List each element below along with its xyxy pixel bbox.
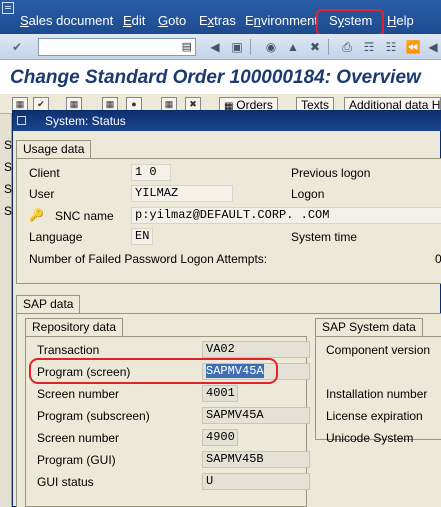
enter-check-icon[interactable]: ✔	[8, 38, 26, 56]
command-input[interactable]	[39, 40, 177, 56]
sap-system-data-tab: SAP System data	[315, 318, 423, 336]
system-menu-highlight	[316, 9, 384, 36]
dialog-title: System: Status	[45, 114, 126, 128]
gui-status-label: GUI status	[37, 475, 94, 489]
repository-data-tab: Repository data	[25, 318, 124, 336]
usage-data-tab: Usage data	[16, 140, 92, 158]
cancel-icon[interactable]: ✖	[306, 38, 324, 56]
language-label: Language	[29, 230, 83, 244]
component-version-label: Component version	[326, 343, 431, 357]
toolbar-separator	[328, 39, 329, 55]
program-subscreen-label: Program (subscreen)	[37, 409, 150, 423]
menu-edit[interactable]: Edit	[123, 13, 145, 28]
screen-number-label: Screen number	[37, 387, 120, 401]
menu-help[interactable]: Help	[387, 13, 414, 28]
logon-label: Logon	[291, 187, 325, 201]
sap-data-tab: SAP data	[16, 295, 81, 313]
underlying-screen-strip: S S S S	[0, 114, 12, 507]
sap-data-group: Repository data Transaction VA02 Program…	[16, 313, 441, 507]
history-back-icon[interactable]: ◀	[206, 38, 224, 56]
menu-extras[interactable]: Extras	[199, 13, 236, 28]
clipboard-icon[interactable]: ▤	[182, 40, 192, 53]
gui-status-value: U	[202, 473, 310, 490]
screen-number-2-label: Screen number	[37, 431, 120, 445]
unicode-system-label: Unicode System	[326, 431, 414, 445]
system-time-label: System time	[291, 230, 358, 244]
program-gui-label: Program (GUI)	[37, 453, 116, 467]
dialog-title-bar[interactable]: System: Status	[13, 111, 441, 131]
command-field[interactable]: ▤	[38, 38, 196, 56]
first-page-icon[interactable]: ⏪	[404, 38, 422, 56]
user-value: YILMAZ	[131, 185, 233, 202]
user-label: User	[29, 187, 55, 201]
toolbar-separator	[250, 39, 251, 55]
previous-page-icon[interactable]: ◀	[424, 38, 441, 56]
screen-number-2-value: 4900	[202, 429, 238, 446]
installation-number-label: Installation number	[326, 387, 428, 401]
page-title: Change Standard Order 100000184: Overvie…	[10, 67, 421, 88]
exit-icon[interactable]: ▲	[284, 38, 302, 56]
transaction-label: Transaction	[37, 343, 100, 357]
menu-goto[interactable]: Goto	[158, 13, 186, 28]
program-gui-value: SAPMV45B	[202, 451, 310, 468]
sap-system-data-group: Component version Installation number Li…	[315, 336, 441, 445]
snc-name-label: SNC name	[55, 209, 114, 223]
menu-sales-document[interactable]: Sales document	[20, 13, 113, 28]
window-menu-icon[interactable]	[2, 2, 14, 14]
find-icon[interactable]: ☶	[360, 38, 378, 56]
program-screen-highlight	[29, 358, 278, 384]
client-value: 1 0	[131, 164, 171, 181]
print-icon[interactable]: ⎙	[338, 38, 356, 56]
program-subscreen-value: SAPMV45A	[202, 407, 310, 424]
failed-logon-value: 0	[435, 252, 441, 266]
failed-logon-label: Number of Failed Password Logon Attempts…	[29, 252, 268, 266]
snc-key-icon: 🔑	[29, 208, 44, 222]
language-value: EN	[131, 228, 153, 245]
screen-number-value: 4001	[202, 385, 238, 402]
menu-bar: Sales document Edit Goto Extras Environm…	[0, 0, 441, 36]
find-next-icon[interactable]: ☷	[382, 38, 400, 56]
client-label: Client	[29, 166, 60, 180]
snc-name-value: p:yilmaz@DEFAULT.CORP. .COM	[131, 207, 441, 224]
menu-environment[interactable]: Environment	[245, 13, 318, 28]
dialog-window-icon[interactable]	[17, 116, 26, 125]
license-expiration-label: License expiration	[326, 409, 423, 423]
previous-logon-label: Previous logon	[291, 166, 371, 180]
screen-title-bar: Change Standard Order 100000184: Overvie…	[0, 60, 441, 94]
transaction-value: VA02	[202, 341, 310, 358]
repository-data-group: Transaction VA02 Program (screen) SAPMV4…	[25, 336, 310, 507]
usage-data-group: Client 1 0 Previous logon User YILMAZ Lo…	[16, 158, 441, 284]
standard-toolbar: ✔ ▤ ◀ ▣ ◉ ▲ ✖ ⎙ ☶ ☷ ⏪ ◀	[0, 34, 441, 60]
system-status-dialog: System: Status Usage data Client 1 0 Pre…	[12, 110, 441, 507]
save-icon[interactable]: ▣	[228, 38, 246, 56]
back-icon[interactable]: ◉	[262, 38, 280, 56]
